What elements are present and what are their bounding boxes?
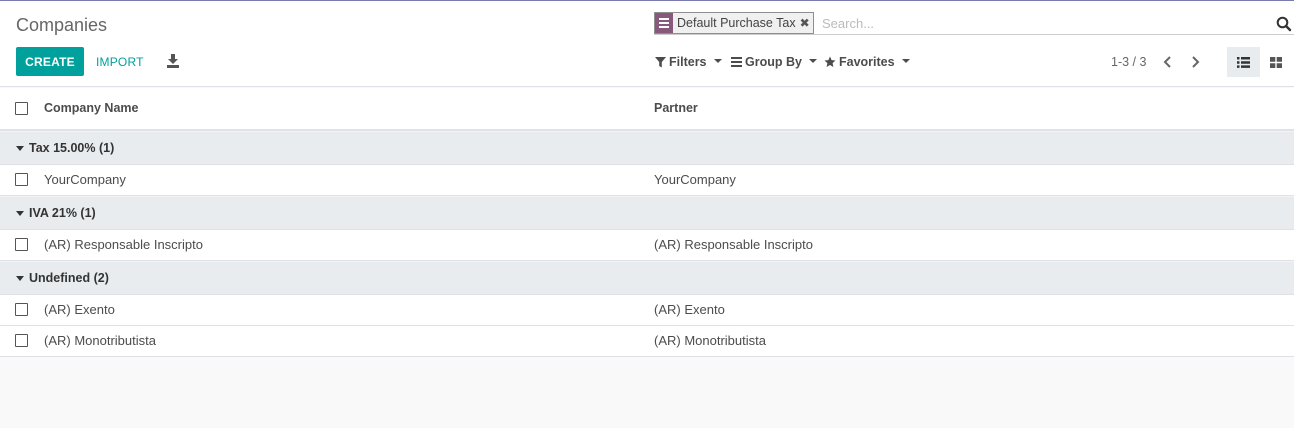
chevron-right-icon[interactable] (1189, 54, 1201, 70)
filters-label: Filters (669, 55, 707, 69)
row-checkbox[interactable] (15, 173, 28, 186)
group-label: Undefined (2) (29, 271, 109, 285)
groupby-dropdown[interactable]: Group By (731, 54, 817, 70)
row-checkbox[interactable] (15, 303, 28, 316)
grid-icon (1270, 56, 1282, 68)
column-header-partner[interactable]: Partner (654, 101, 698, 115)
list-bars-icon (731, 57, 742, 67)
favorites-dropdown[interactable]: Favorites (824, 54, 910, 70)
table-row[interactable]: (AR) Monotributista (AR) Monotributista (0, 326, 1294, 357)
group-label: IVA 21% (1) (29, 206, 96, 220)
chevron-left-icon[interactable] (1162, 54, 1174, 70)
filter-icon (655, 56, 666, 67)
table-header: Company Name Partner (0, 88, 1294, 131)
favorites-label: Favorites (839, 55, 895, 69)
facet-label: Default Purchase Tax (677, 16, 796, 30)
row-checkbox[interactable] (15, 238, 28, 251)
page-title: Companies (16, 15, 108, 35)
row-checkbox[interactable] (15, 334, 28, 347)
company-name-cell: (AR) Monotributista (44, 333, 156, 348)
search-icon[interactable] (1276, 16, 1292, 32)
group-label: Tax 15.00% (1) (29, 141, 115, 155)
table-row[interactable]: YourCompany YourCompany (0, 165, 1294, 196)
group-row[interactable]: Tax 15.00% (1) (0, 131, 1294, 165)
column-header-company[interactable]: Company Name (44, 101, 138, 115)
partner-cell: (AR) Monotributista (654, 333, 766, 348)
groupby-label: Group By (745, 55, 802, 69)
search-facet: Default Purchase Tax ✖ (654, 12, 814, 34)
star-icon (824, 56, 836, 67)
group-by-icon (655, 13, 673, 33)
partner-cell: YourCompany (654, 172, 736, 187)
filters-dropdown[interactable]: Filters (655, 54, 722, 70)
group-row[interactable]: Undefined (2) (0, 261, 1294, 295)
caret-down-icon (16, 145, 24, 151)
table-row[interactable]: (AR) Responsable Inscripto (AR) Responsa… (0, 230, 1294, 261)
caret-down-icon (16, 275, 24, 281)
partner-cell: (AR) Responsable Inscripto (654, 237, 813, 252)
pager-value[interactable]: 1-3 / 3 (1111, 55, 1146, 69)
list-icon (1237, 56, 1250, 68)
download-icon[interactable] (166, 53, 180, 69)
list-table: Company Name Partner Tax 15.00% (1) Your… (0, 88, 1294, 357)
list-view-button[interactable] (1227, 47, 1260, 77)
chevron-down-icon (901, 59, 910, 63)
group-row[interactable]: IVA 21% (1) (0, 196, 1294, 230)
control-panel: Companies CREATE IMPORT Default Purchase… (0, 1, 1294, 87)
company-name-cell: YourCompany (44, 172, 126, 187)
chevron-down-icon (808, 59, 817, 63)
partner-cell: (AR) Exento (654, 302, 725, 317)
table-row[interactable]: (AR) Exento (AR) Exento (0, 295, 1294, 326)
caret-down-icon (16, 210, 24, 216)
select-all-checkbox[interactable] (15, 102, 28, 115)
search-input[interactable] (822, 13, 1252, 33)
kanban-view-button[interactable] (1261, 47, 1291, 77)
company-name-cell: (AR) Exento (44, 302, 115, 317)
create-button[interactable]: CREATE (16, 47, 84, 76)
search-bar: Default Purchase Tax ✖ (654, 12, 1294, 35)
company-name-cell: (AR) Responsable Inscripto (44, 237, 203, 252)
chevron-down-icon (713, 59, 722, 63)
facet-remove-icon[interactable]: ✖ (800, 16, 813, 30)
import-button[interactable]: IMPORT (96, 47, 144, 76)
